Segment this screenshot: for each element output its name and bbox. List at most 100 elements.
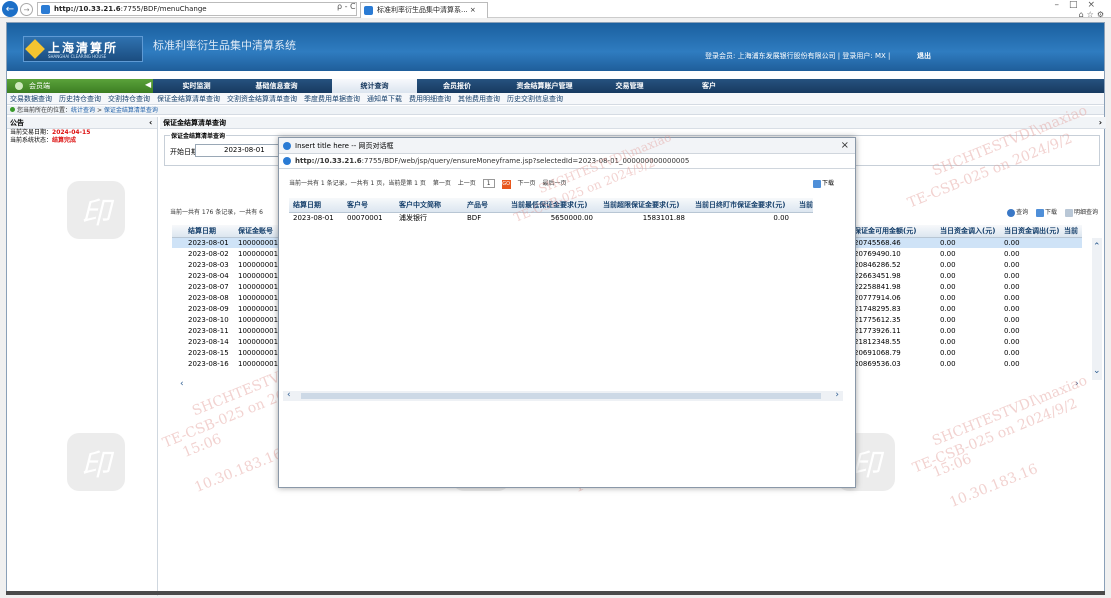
dialog-horizontal-scrollbar[interactable]: ‹ ›	[283, 390, 843, 401]
refresh-icon[interactable]: GO	[501, 180, 511, 189]
dialog-download-button[interactable]: 下载	[813, 178, 834, 188]
submenu-delivery-fund[interactable]: 交割资金结算清单查询	[227, 95, 297, 103]
table-row[interactable]: 22258841.98 0.00 0.00	[850, 281, 1082, 292]
col-product-id[interactable]: 产品号	[463, 198, 507, 213]
table-row[interactable]: 21812348.55 0.00 0.00	[850, 336, 1082, 347]
table-row[interactable]: 2023-08-01 00070001 浦发银行 BDF 5650000.00 15831…	[289, 212, 813, 223]
submenu-notice-download[interactable]: 通知单下载	[367, 95, 402, 103]
query-button[interactable]: 查询	[1007, 208, 1028, 217]
breadcrumb-level2[interactable]: 保证金结算清单查询	[104, 107, 158, 114]
address-bar[interactable]: http://10.33.21.6:7755/BDF/menuChange	[37, 2, 357, 16]
submenu-other-fee[interactable]: 其他费用查询	[458, 95, 500, 103]
expand-right-icon[interactable]: ›	[1099, 117, 1102, 129]
table-row[interactable]: 20769490.10 0.00 0.00	[850, 248, 1082, 259]
col-min-margin[interactable]: 当前最低保证金要求(元)	[507, 198, 599, 213]
col-current[interactable]: 当前	[795, 198, 813, 213]
scrollbar-thumb[interactable]	[301, 393, 821, 399]
cell-fund-out: 0.00	[1004, 260, 1020, 269]
menu-item-trade-manage[interactable]: 交易管理	[592, 79, 667, 93]
table-row[interactable]: 20846286.52 0.00 0.00	[850, 259, 1082, 270]
table-row[interactable]: 21773926.11 0.00 0.00	[850, 325, 1082, 336]
table-vertical-scrollbar[interactable]: ⌃ ⌄	[1092, 238, 1102, 380]
forward-arrow-icon[interactable]: →	[20, 3, 33, 16]
menu-item-basic-info[interactable]: 基础信息查询	[234, 79, 319, 93]
page-number-input[interactable]: 1	[482, 179, 495, 188]
main-header: 保证金结算清单查询 ›	[160, 117, 1106, 129]
close-icon[interactable]: ×	[841, 138, 849, 154]
main-pager: 当前一共有 176 条记录，一共有 6	[170, 209, 263, 216]
logout-link[interactable]: 退出	[917, 51, 931, 61]
submenu-fee-detail[interactable]: 费用明细查询	[409, 95, 451, 103]
cell-fund-in: 0.00	[940, 315, 956, 324]
cell-settle-date: 2023-08-09	[188, 304, 229, 313]
back-arrow-icon[interactable]: ←	[2, 1, 18, 17]
cell-fund-in: 0.00	[934, 237, 998, 248]
download-button[interactable]: 下载	[1036, 208, 1057, 217]
cell-fund-out: 0.00	[1004, 282, 1020, 291]
col-current[interactable]: 当前	[1062, 225, 1082, 238]
detail-query-button[interactable]: 明细查询	[1064, 208, 1098, 217]
menu-item-customer[interactable]: 客户	[679, 79, 739, 93]
col-over-margin[interactable]: 当前超限保证金要求(元)	[599, 198, 691, 213]
collapse-left-icon[interactable]: ◀	[145, 80, 151, 89]
col-settle-date[interactable]: 结算日期	[289, 198, 343, 213]
header-banner: 上海清算所 SHANGHAI CLEARING HOUSE 标准利率衍生品集中清…	[7, 23, 1104, 71]
home-star-gear-icons[interactable]: ⌂☆⚙	[1079, 10, 1107, 19]
search-icon	[1007, 208, 1016, 217]
start-date-input[interactable]: 2023-08-01	[195, 144, 280, 157]
col-fund-in[interactable]: 当日资金调入(元)	[934, 225, 998, 238]
table-row[interactable]: 20869536.03 0.00 0.00	[850, 358, 1082, 369]
submenu-margin-settlement[interactable]: 保证金结算清单查询	[157, 95, 220, 103]
table-row[interactable]: 21775612.35 0.00 0.00	[850, 314, 1082, 325]
cell-current	[1062, 303, 1082, 314]
col-settle-date[interactable]: 结算日期	[172, 225, 232, 238]
table-row[interactable]: 21748295.83 0.00 0.00	[850, 303, 1082, 314]
scroll-right-icon[interactable]: ›	[835, 390, 839, 400]
submenu-history-position[interactable]: 历史持仓查询	[59, 95, 101, 103]
scroll-left-icon[interactable]: ‹	[180, 379, 184, 389]
cell-fund-out: 0.00	[1004, 249, 1020, 258]
col-customer-name[interactable]: 客户中文简称	[395, 198, 463, 213]
prev-page-button[interactable]: 上一页	[458, 178, 476, 187]
cell-settle-date: 2023-08-14	[188, 337, 229, 346]
menu-item-member-quote[interactable]: 会员报价	[417, 79, 497, 93]
cell-fund-in: 0.00	[940, 282, 956, 291]
cell-fund-in: 0.00	[940, 326, 956, 335]
cell-available-margin: 21773926.11	[854, 326, 901, 335]
window-controls[interactable]: –□×	[1054, 0, 1105, 10]
cell-settle-date: 2023-08-07	[188, 282, 229, 291]
table-row[interactable]: 20745568.46 0.00 0.00	[850, 237, 1082, 248]
cell-settle-date: 2023-08-10	[188, 315, 229, 324]
scroll-up-icon[interactable]: ⌃	[1093, 242, 1101, 252]
table-row[interactable]: 22663451.98 0.00 0.00	[850, 270, 1082, 281]
member-tab[interactable]: 会员端	[7, 79, 153, 93]
table-row[interactable]: 20691068.79 0.00 0.00	[850, 347, 1082, 358]
col-customer-id[interactable]: 客户号	[343, 198, 395, 213]
browser-tab[interactable]: 标准利率衍生品集中清算系... ×	[360, 2, 488, 18]
menu-item-fund-account[interactable]: 资金结算账户管理	[497, 79, 592, 93]
last-page-button[interactable]: 最后一页	[542, 178, 566, 187]
submenu-history-delivery[interactable]: 历史交割信息查询	[507, 95, 563, 103]
next-page-button[interactable]: 下一页	[518, 178, 536, 187]
col-available-margin[interactable]: 保证金可用金额(元)	[850, 225, 934, 238]
cell-fund-in: 0.00	[940, 359, 956, 368]
scroll-down-icon[interactable]: ⌄	[1093, 366, 1101, 376]
breadcrumb-level1[interactable]: 统计查询	[71, 107, 95, 114]
submenu-delivery-position[interactable]: 交割持仓查询	[108, 95, 150, 103]
notice-header: 公告 ‹	[7, 117, 157, 129]
menu-item-statistics[interactable]: 统计查询	[332, 79, 417, 94]
table-row[interactable]: 20777914.06 0.00 0.00	[850, 292, 1082, 303]
search-refresh-icon[interactable]: ρ - C	[337, 2, 356, 11]
scroll-left-icon[interactable]: ‹	[287, 390, 291, 400]
cell-fund-in: 0.00	[940, 348, 956, 357]
submenu-quarter-fee[interactable]: 季度费用单据查询	[304, 95, 360, 103]
cell-available-margin: 21748295.83	[854, 304, 901, 313]
menu-item-realtime[interactable]: 实时监测	[159, 79, 234, 93]
first-page-button[interactable]: 第一页	[433, 178, 451, 187]
logo: 上海清算所 SHANGHAI CLEARING HOUSE	[23, 36, 143, 62]
submenu-trade-data[interactable]: 交易数据查询	[10, 95, 52, 103]
col-fund-out[interactable]: 当日资金调出(元)	[998, 225, 1062, 238]
col-mtm-margin[interactable]: 当前日终盯市保证金要求(元)	[691, 198, 795, 213]
collapse-notice-icon[interactable]: ‹	[149, 117, 152, 129]
scroll-right-icon[interactable]: ›	[1075, 379, 1079, 389]
